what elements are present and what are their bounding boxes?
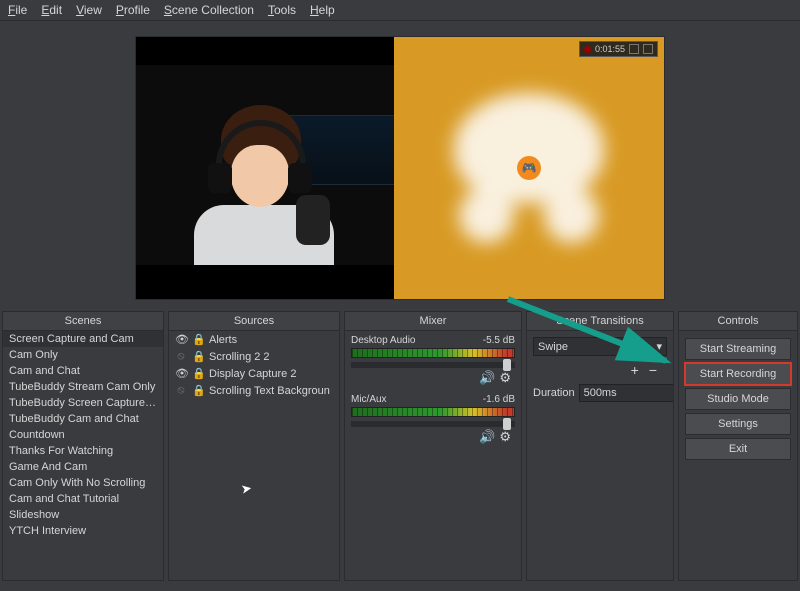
scene-item[interactable]: Screen Capture and Cam xyxy=(3,331,163,347)
webcam-feed xyxy=(136,65,396,265)
source-item[interactable]: 👁 🔒 Alerts xyxy=(169,331,339,348)
transitions-panel: Scene Transitions Swipe ▾ +− Duration ▴▾ xyxy=(526,311,674,581)
scene-item[interactable]: TubeBuddy Stream Cam Only xyxy=(3,379,163,395)
remove-transition-button[interactable]: − xyxy=(649,362,667,378)
exit-button[interactable]: Exit xyxy=(685,438,791,460)
scene-item[interactable]: Game And Cam xyxy=(3,459,163,475)
transitions-title: Scene Transitions xyxy=(527,312,673,331)
scene-item[interactable]: Cam and Chat Tutorial xyxy=(3,491,163,507)
gear-icon[interactable]: ⚙ xyxy=(499,370,515,385)
scene-item[interactable]: Cam and Chat xyxy=(3,363,163,379)
controls-title: Controls xyxy=(679,312,797,331)
menu-view[interactable]: View xyxy=(76,3,102,17)
studio-mode-button[interactable]: Studio Mode xyxy=(685,388,791,410)
menu-tools[interactable]: Tools xyxy=(268,3,296,17)
speaker-icon[interactable]: 🔊 xyxy=(479,370,499,385)
stop-icon[interactable] xyxy=(643,44,653,54)
audio-meter xyxy=(351,407,515,417)
menu-profile[interactable]: Profile xyxy=(116,3,150,17)
scene-item[interactable]: Cam Only xyxy=(3,347,163,363)
volume-slider[interactable] xyxy=(351,421,515,427)
visibility-toggle-icon[interactable]: 👁 xyxy=(175,333,187,346)
transition-select[interactable]: Swipe ▾ xyxy=(533,337,667,356)
record-dot-icon xyxy=(584,46,591,53)
scene-item[interactable]: TubeBuddy Screen Capture an xyxy=(3,395,163,411)
scenes-title: Scenes xyxy=(3,312,163,331)
source-label: Display Capture 2 xyxy=(209,368,296,380)
add-transition-button[interactable]: + xyxy=(631,362,649,378)
transitions-body: Swipe ▾ +− Duration ▴▾ xyxy=(527,331,673,580)
source-item[interactable]: ⦸ 🔒 Scrolling Text Backgroun xyxy=(169,382,339,399)
menu-edit[interactable]: Edit xyxy=(41,3,62,17)
mixer-channel: Mic/Aux -1.6 dB 🔊⚙ xyxy=(345,390,521,449)
menu-file[interactable]: File xyxy=(8,3,27,17)
scene-item[interactable]: YTCH Interview xyxy=(3,523,163,539)
transition-selected: Swipe xyxy=(538,341,568,353)
gear-icon[interactable]: ⚙ xyxy=(499,429,515,444)
duration-input[interactable] xyxy=(579,384,673,402)
bottom-panels: Scenes Screen Capture and CamCam OnlyCam… xyxy=(0,311,800,581)
visibility-toggle-icon[interactable]: ⦸ xyxy=(175,384,187,397)
source-label: Scrolling 2 2 xyxy=(209,351,270,363)
volume-slider[interactable] xyxy=(351,362,515,368)
scene-item[interactable]: Slideshow xyxy=(3,507,163,523)
source-item[interactable]: ⦸ 🔒 Scrolling 2 2 xyxy=(169,348,339,365)
mixer-title: Mixer xyxy=(345,312,521,331)
audio-meter xyxy=(351,348,515,358)
visibility-toggle-icon[interactable]: 👁 xyxy=(175,367,187,380)
cursor-icon: ➤ xyxy=(240,480,254,498)
mixer-channel: Desktop Audio -5.5 dB 🔊⚙ xyxy=(345,331,521,390)
discord-overlay: 🎮 0:01:55 xyxy=(394,37,664,299)
start-recording-button[interactable]: Start Recording xyxy=(685,363,791,385)
start-streaming-button[interactable]: Start Streaming xyxy=(685,338,791,360)
menu-bar: File Edit View Profile Scene Collection … xyxy=(0,0,800,21)
scenes-list[interactable]: Screen Capture and CamCam OnlyCam and Ch… xyxy=(3,331,163,580)
preview-canvas[interactable]: 🎮 0:01:55 xyxy=(135,36,665,300)
scene-item[interactable]: Cam Only With No Scrolling xyxy=(3,475,163,491)
controls-panel: Controls Start Streaming Start Recording… xyxy=(678,311,798,581)
scene-item[interactable]: Countdown xyxy=(3,427,163,443)
mixer-panel: Mixer Desktop Audio-5.5 dB🔊⚙Mic/Aux-1.6 … xyxy=(344,311,522,581)
preview-area: 🎮 0:01:55 xyxy=(0,21,800,311)
channel-db: -5.5 dB xyxy=(483,335,515,346)
scenes-panel: Scenes Screen Capture and CamCam OnlyCam… xyxy=(2,311,164,581)
sources-panel: Sources ➤ 👁 🔒 Alerts ⦸ 🔒 Scrolling 2 2 👁 🔒 Displ… xyxy=(168,311,340,581)
pause-icon[interactable] xyxy=(629,44,639,54)
settings-button[interactable]: Settings xyxy=(685,413,791,435)
scene-item[interactable]: Thanks For Watching xyxy=(3,443,163,459)
recording-timer: 0:01:55 xyxy=(579,41,658,57)
scene-item[interactable]: TubeBuddy Cam and Chat xyxy=(3,411,163,427)
discord-icon: 🎮 xyxy=(517,156,541,180)
sources-title: Sources xyxy=(169,312,339,331)
timer-text: 0:01:55 xyxy=(595,44,625,54)
lock-icon[interactable]: 🔒 xyxy=(192,367,204,380)
lock-icon[interactable]: 🔒 xyxy=(192,384,204,397)
duration-label: Duration xyxy=(533,387,575,399)
speaker-icon[interactable]: 🔊 xyxy=(479,429,499,444)
channel-name: Mic/Aux xyxy=(351,394,387,405)
menu-scene-collection[interactable]: Scene Collection xyxy=(164,3,254,17)
mixer-body: Desktop Audio-5.5 dB🔊⚙Mic/Aux-1.6 dB🔊⚙ xyxy=(345,331,521,580)
source-label: Scrolling Text Backgroun xyxy=(209,385,330,397)
sources-list[interactable]: ➤ 👁 🔒 Alerts ⦸ 🔒 Scrolling 2 2 👁 🔒 Display Captu… xyxy=(169,331,339,580)
menu-help[interactable]: Help xyxy=(310,3,335,17)
channel-db: -1.6 dB xyxy=(483,394,515,405)
chevron-down-icon: ▾ xyxy=(656,340,662,353)
source-label: Alerts xyxy=(209,334,237,346)
lock-icon[interactable]: 🔒 xyxy=(192,350,204,363)
channel-name: Desktop Audio xyxy=(351,335,416,346)
controls-body: Start Streaming Start Recording Studio M… xyxy=(679,331,797,580)
source-item[interactable]: 👁 🔒 Display Capture 2 xyxy=(169,365,339,382)
visibility-toggle-icon[interactable]: ⦸ xyxy=(175,350,187,363)
lock-icon[interactable]: 🔒 xyxy=(192,333,204,346)
